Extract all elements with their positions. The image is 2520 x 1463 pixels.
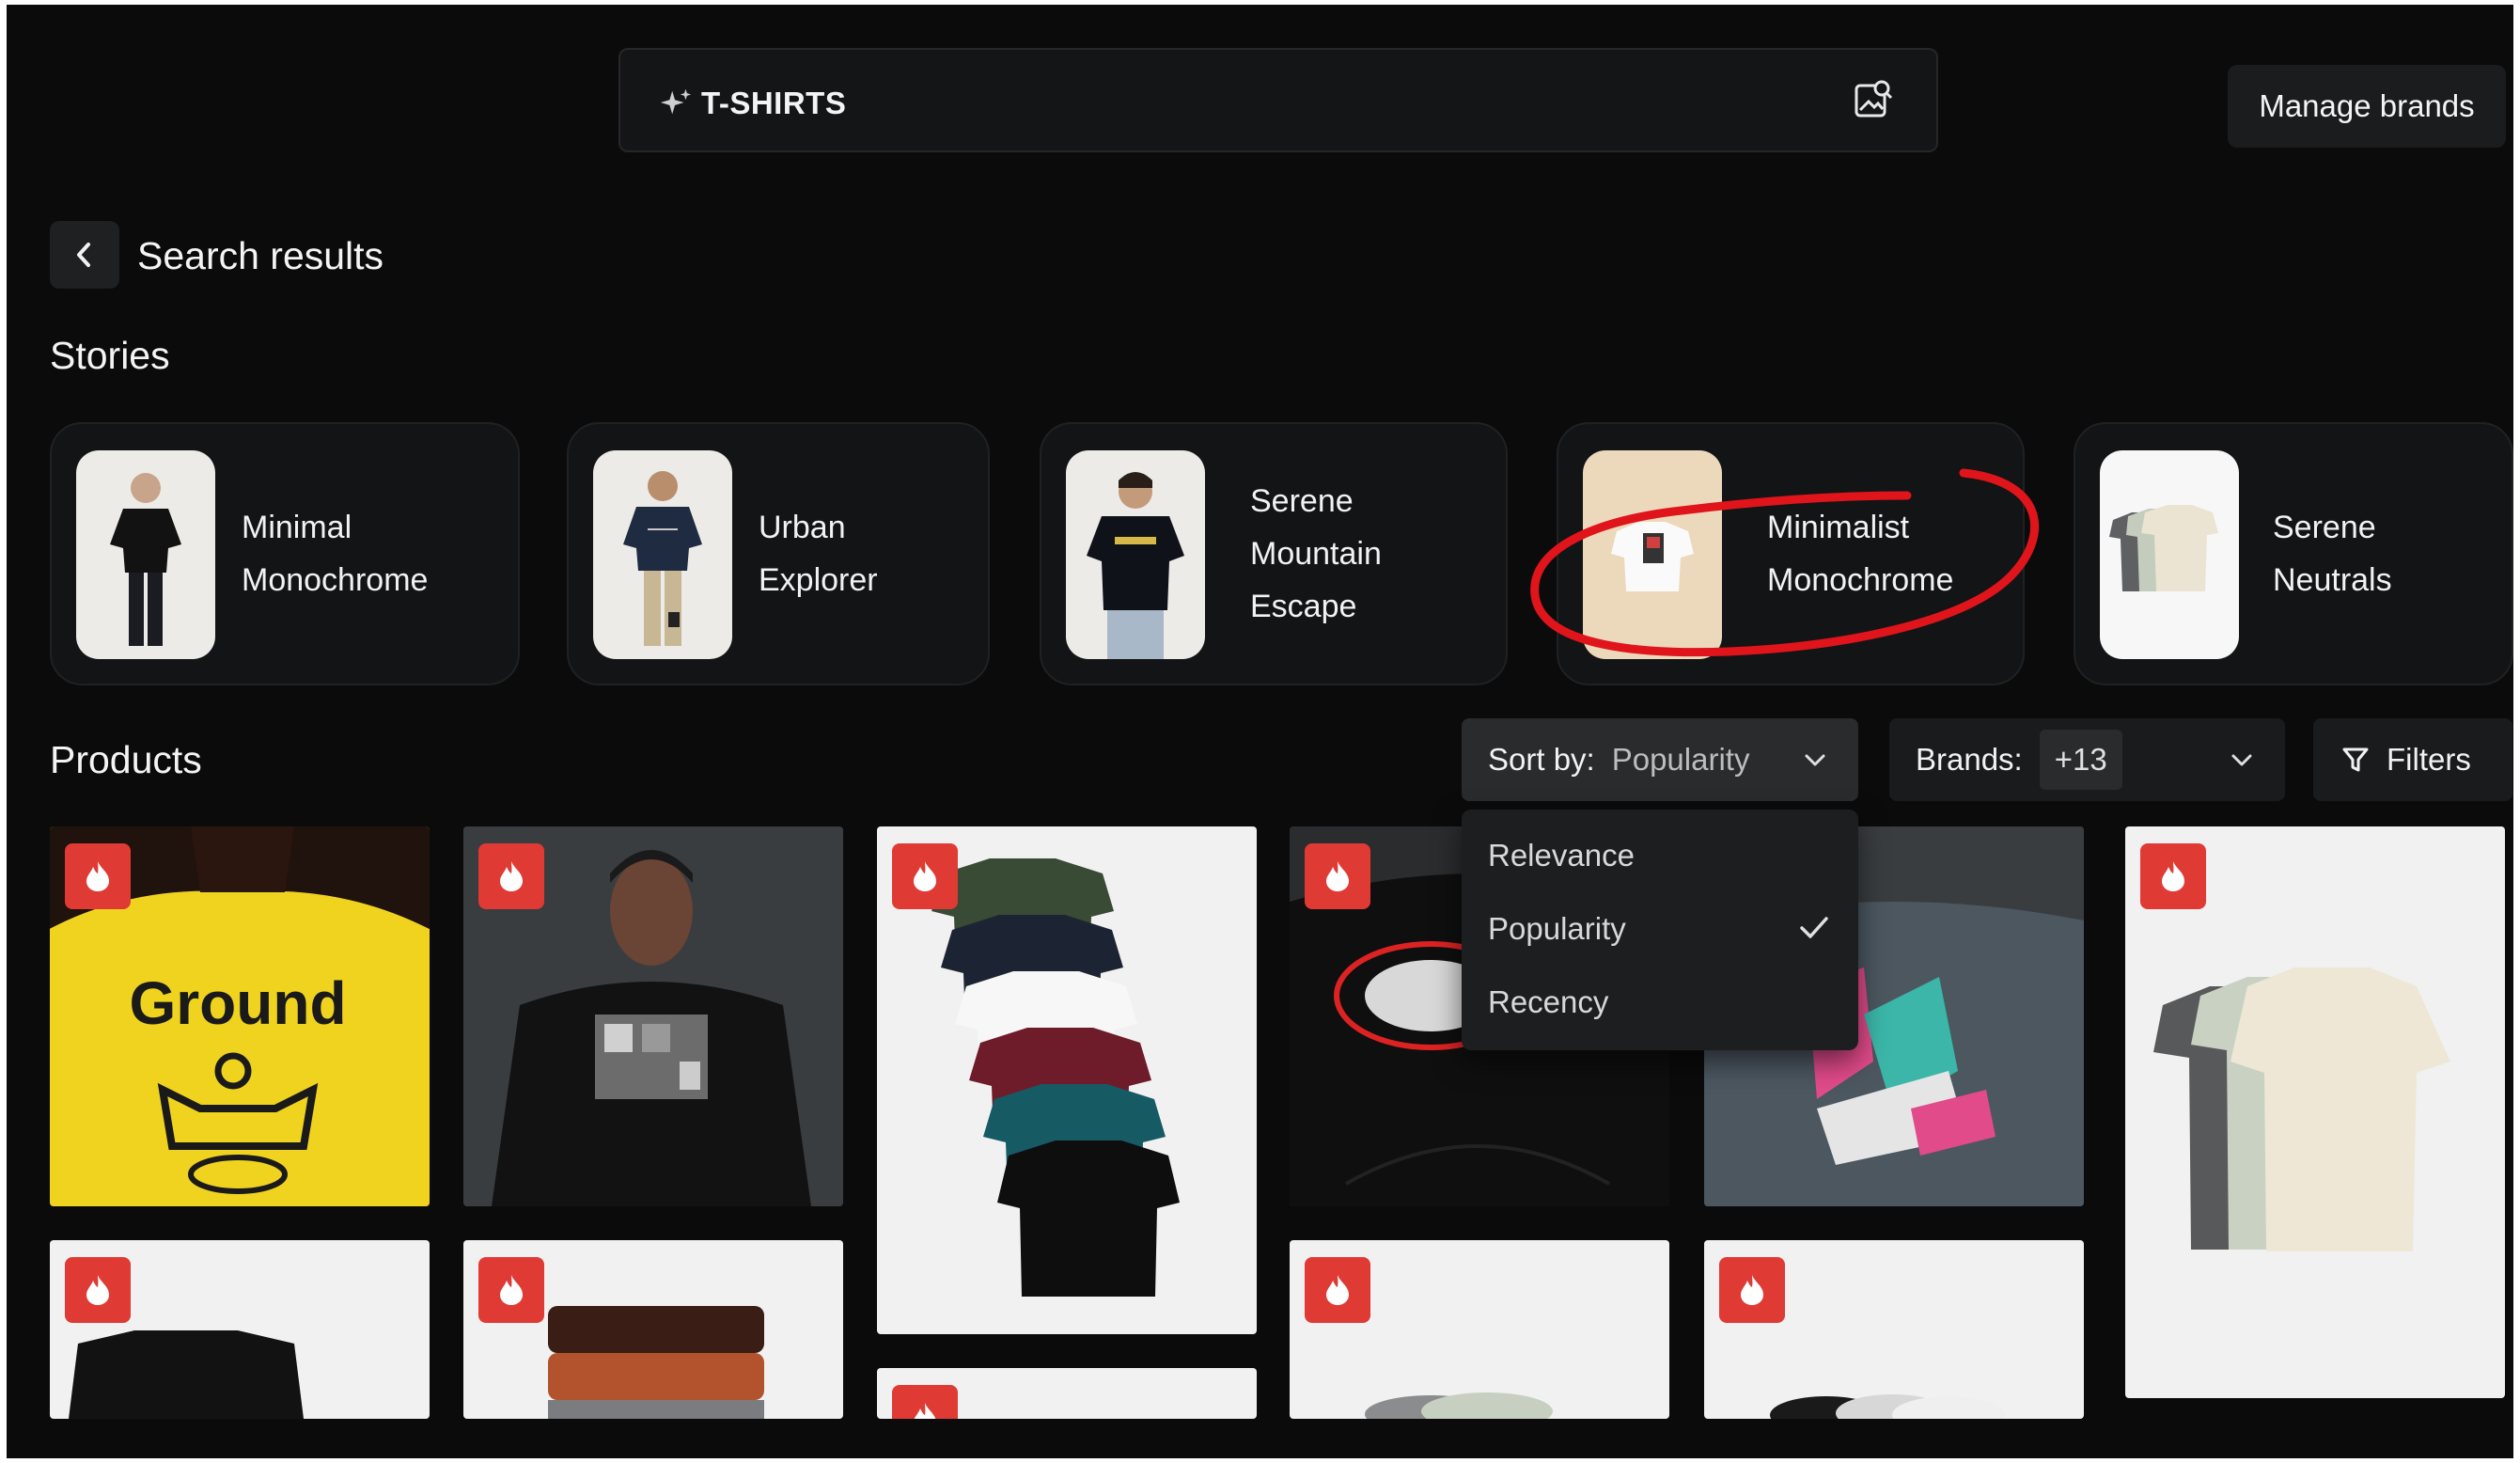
flame-icon — [892, 843, 958, 909]
product-card[interactable] — [50, 1240, 430, 1419]
story-image — [1583, 450, 1722, 659]
sort-option-recency[interactable]: Recency — [1488, 984, 1608, 1020]
product-card[interactable] — [463, 826, 843, 1206]
flame-icon — [65, 1257, 131, 1323]
product-card[interactable] — [877, 1368, 1257, 1419]
story-image — [593, 450, 732, 659]
search-bar[interactable]: T-SHIRTS — [618, 48, 1938, 152]
story-card[interactable]: Minimal Monochrome — [50, 422, 520, 685]
story-title: Minimalist Monochrome — [1767, 510, 1954, 598]
flame-icon — [1305, 843, 1370, 909]
product-card[interactable] — [877, 826, 1257, 1334]
story-card-highlighted[interactable]: Minimalist Monochrome — [1557, 422, 2025, 685]
svg-text:Ground: Ground — [129, 969, 346, 1037]
check-icon — [1800, 917, 1828, 938]
story-image — [2100, 450, 2239, 659]
flame-icon — [1305, 1257, 1370, 1323]
story-card[interactable]: Serene Mountain Escape — [1040, 422, 1508, 685]
flame-icon — [65, 843, 131, 909]
filter-icon — [2342, 747, 2369, 772]
flame-icon — [1719, 1257, 1785, 1323]
product-card[interactable]: Ground — [50, 826, 430, 1206]
page-title: Search results — [137, 234, 384, 277]
sort-dropdown[interactable]: Sort by: Popularity — [1462, 718, 1858, 801]
sort-option-relevance[interactable]: Relevance — [1488, 838, 1635, 873]
product-card[interactable] — [2125, 826, 2505, 1398]
brands-count-badge: +13 — [2039, 730, 2122, 790]
story-title: Serene Neutrals — [2273, 510, 2392, 598]
flame-icon — [892, 1385, 958, 1419]
products-heading: Products — [50, 738, 202, 781]
search-query: T-SHIRTS — [701, 86, 847, 120]
flame-icon — [478, 1257, 544, 1323]
product-image — [2153, 967, 2450, 1251]
story-card[interactable]: Serene Neutrals — [2074, 422, 2513, 685]
brands-label: Brands: — [1916, 742, 2023, 777]
story-card[interactable]: Urban Explorer — [567, 422, 990, 685]
chevron-down-icon — [2231, 754, 2252, 766]
manage-brands-button[interactable]: Manage brands — [2228, 65, 2506, 148]
filters-button[interactable]: Filters — [2313, 718, 2512, 801]
story-title: Serene Mountain Escape — [1250, 483, 1382, 624]
filters-label: Filters — [2387, 742, 2471, 777]
sparkle-icon — [660, 88, 692, 115]
back-button[interactable] — [50, 221, 119, 289]
brands-dropdown[interactable]: Brands: +13 — [1889, 718, 2285, 801]
flame-icon — [478, 843, 544, 909]
sort-label: Sort by: — [1488, 742, 1595, 777]
story-image — [76, 450, 215, 659]
story-image — [1066, 450, 1205, 659]
story-title: Minimal Monochrome — [242, 510, 429, 598]
app-window: T-SHIRTS Manage brands Search results St… — [7, 5, 2513, 1458]
stories-heading: Stories — [50, 334, 170, 377]
chevron-down-icon — [1805, 754, 1825, 766]
chevron-left-icon — [77, 243, 90, 267]
sort-menu: Relevance Popularity Recency — [1462, 810, 1858, 1050]
image-search-icon[interactable] — [1852, 78, 1895, 121]
product-card[interactable] — [463, 1240, 843, 1419]
sort-option-popularity[interactable]: Popularity — [1488, 911, 1626, 947]
story-title: Urban Explorer — [759, 510, 878, 598]
flame-icon — [2140, 843, 2206, 909]
sort-value: Popularity — [1611, 742, 1750, 777]
product-card[interactable] — [1704, 1240, 2084, 1419]
product-card[interactable] — [1290, 1240, 1669, 1419]
